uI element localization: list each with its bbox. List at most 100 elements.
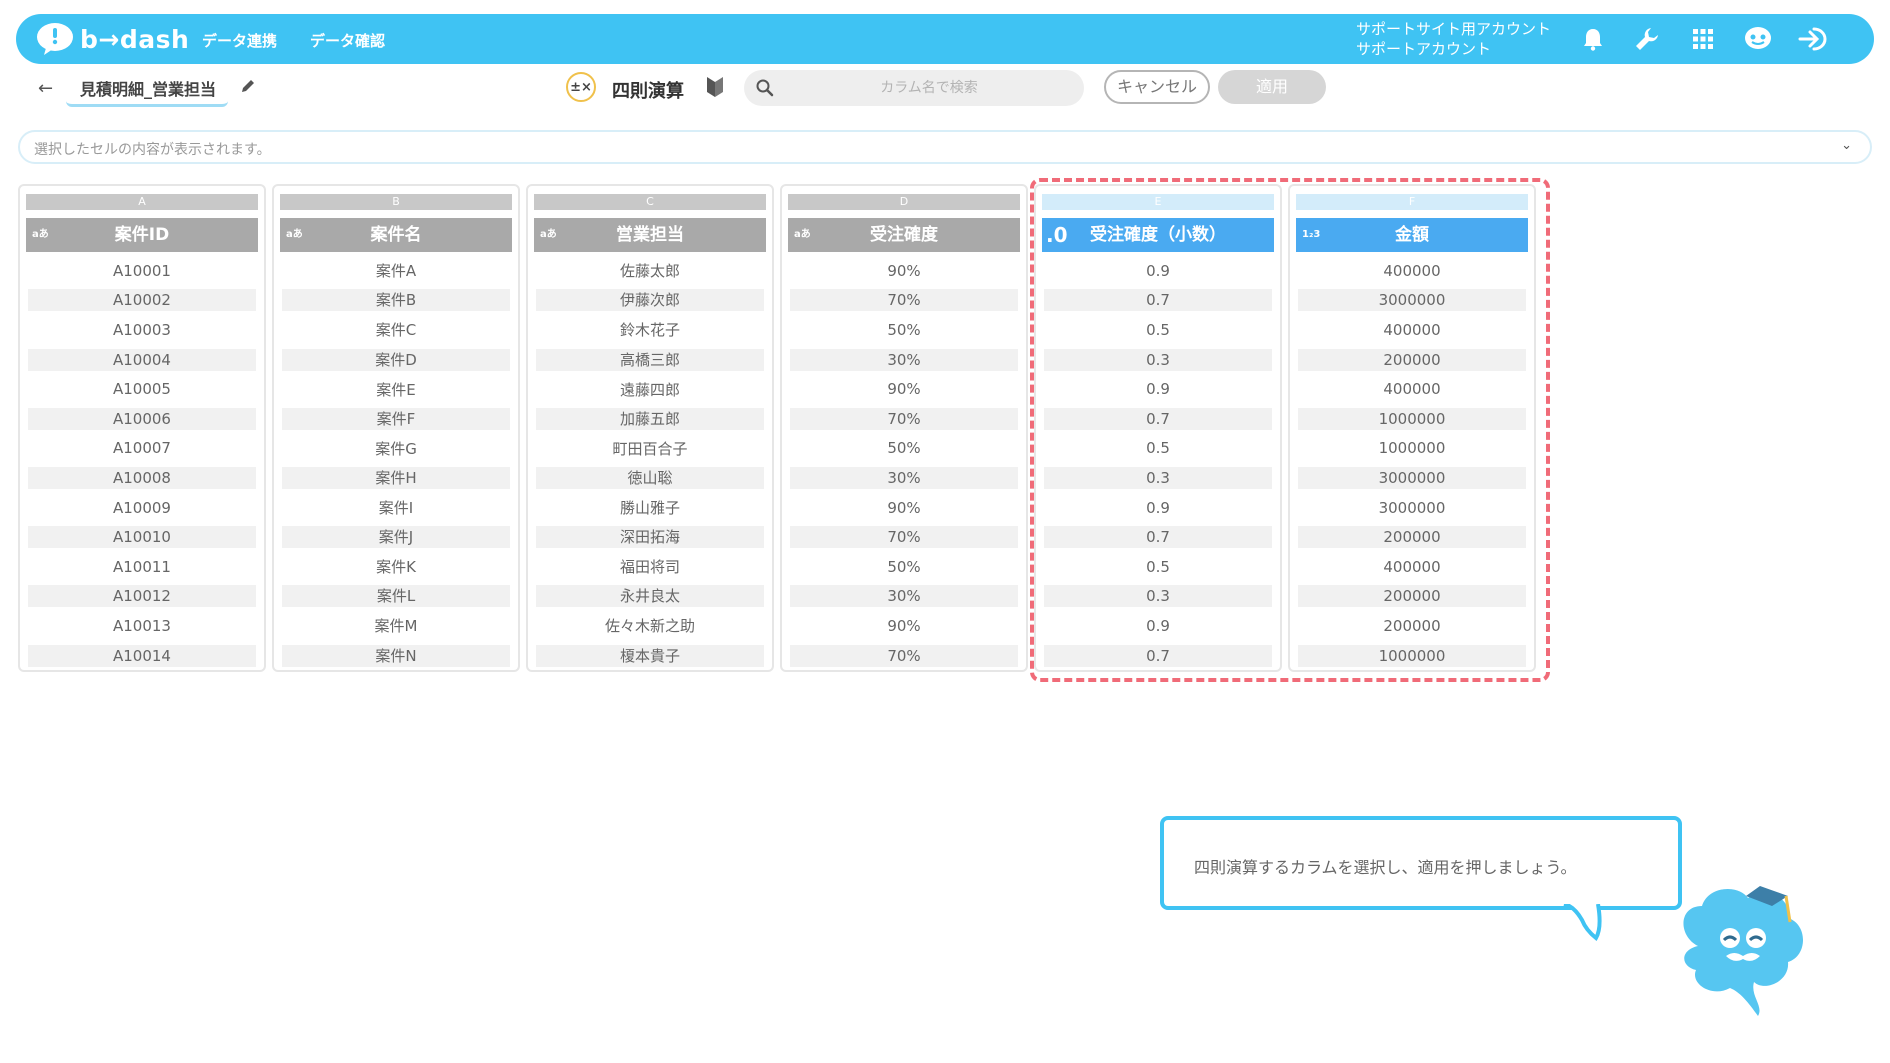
data-type-icon: aあ [32,229,49,240]
table-cell[interactable]: 永井良太 [536,582,764,612]
beginner-mark-icon[interactable] [706,76,724,102]
cell-value: 50% [887,320,921,339]
cell-value: A10009 [113,498,171,517]
table-cell[interactable]: 案件H [282,463,510,493]
table-cell[interactable]: 案件J [282,522,510,552]
cell-value: 遠藤四郎 [619,380,680,399]
table-cell[interactable]: 案件F [282,404,510,434]
table-cell[interactable]: A10013 [28,611,256,641]
table-cell[interactable]: 案件C [282,315,510,345]
column-search-box[interactable] [744,70,1084,106]
table-cell[interactable]: A10006 [28,404,256,434]
tooltip-text: 四則演算するカラムを選択し、適用を押しましょう。 [1194,858,1577,877]
cell-value: 案件L [282,585,510,608]
chat-icon[interactable] [1743,24,1773,54]
table-cell[interactable]: 町田百合子 [536,434,764,464]
table-cell[interactable]: 90% [790,493,1018,523]
table-cell[interactable]: 徳山聡 [536,463,764,493]
cell-value: 案件B [282,289,510,312]
column-name: 営業担当 [616,225,684,245]
table-cell[interactable]: A10009 [28,493,256,523]
nav-data-integration[interactable]: データ連携 [202,30,277,51]
table-cell[interactable]: 90% [790,611,1018,641]
table-cell[interactable]: 案件I [282,493,510,523]
logo[interactable]: b→dash [36,22,189,56]
table-cell[interactable]: 70% [790,641,1018,671]
apply-button[interactable]: 適用 [1218,70,1326,104]
table-cell[interactable]: A10001 [28,256,256,286]
table-cell[interactable]: 案件N [282,641,510,671]
table-cell[interactable]: 鈴木花子 [536,315,764,345]
cell-value: 佐藤太郎 [619,262,680,281]
table-cell[interactable]: 50% [790,315,1018,345]
table-cell[interactable]: A10003 [28,315,256,345]
cell-value: A10011 [113,557,171,576]
table-cell[interactable]: 案件B [282,286,510,316]
column-c[interactable]: Caあ 営業担当 佐藤太郎 伊藤次郎 鈴木花子 高橋三郎 遠藤四郎 加藤五郎 町田百合子 徳山聡勝… [526,184,774,672]
table-cell[interactable]: 90% [790,374,1018,404]
document-title[interactable]: 見積明細_営業担当 [66,74,229,107]
table-cell[interactable]: 30% [790,345,1018,375]
table-cell[interactable]: A10007 [28,434,256,464]
table-cell[interactable]: A10002 [28,286,256,316]
column-header[interactable]: aあ 営業担当 [534,218,766,252]
table-cell[interactable]: 加藤五郎 [536,404,764,434]
table-cell[interactable]: 榎本貴子 [536,641,764,671]
wrench-icon[interactable] [1632,24,1662,54]
table-cell[interactable]: 30% [790,463,1018,493]
table-cell[interactable]: 案件L [282,582,510,612]
table-cell[interactable]: 高橋三郎 [536,345,764,375]
table-cell[interactable]: 福田将司 [536,552,764,582]
table-cell[interactable]: 案件K [282,552,510,582]
column-header[interactable]: aあ 受注確度 [788,218,1020,252]
table-cell[interactable]: 70% [790,522,1018,552]
table-cell[interactable]: 勝山雅子 [536,493,764,523]
column-a[interactable]: Aaあ 案件ID A10001 A10002 A10003 A10004 A10005 A10… [18,184,266,672]
logo-text: b→dash [80,24,190,54]
column-header[interactable]: aあ 案件名 [280,218,512,252]
column-name: 受注確度 [870,225,938,245]
column-d[interactable]: Daあ 受注確度 90% 70% 50% 30% 90% 70% 50% 30% 90% 70% 50%… [780,184,1028,672]
table-cell[interactable]: 50% [790,552,1018,582]
nav-data-check[interactable]: データ確認 [310,30,385,51]
table-cell[interactable]: 案件M [282,611,510,641]
table-cell[interactable]: 伊藤次郎 [536,286,764,316]
logout-icon[interactable] [1798,24,1828,54]
table-cell[interactable]: 佐藤太郎 [536,256,764,286]
column-b[interactable]: Baあ 案件名 案件A 案件B 案件C 案件D 案件E 案件F 案件G 案件H 案件I 案件J 案件K 案… [272,184,520,672]
pencil-icon[interactable] [240,78,256,98]
grid-icon[interactable] [1688,24,1718,54]
chevron-down-icon[interactable]: ⌄ [1841,138,1852,153]
cell-value: 90% [887,380,921,399]
table-cell[interactable]: 佐々木新之助 [536,611,764,641]
table-cell[interactable]: 案件E [282,374,510,404]
cell-value: 案件N [282,644,510,667]
back-arrow-icon[interactable]: ← [38,78,53,99]
cell-content-bar[interactable]: 選択したセルの内容が表示されます。 ⌄ [18,130,1872,164]
cell-value: A10006 [28,407,256,430]
column-header[interactable]: aあ 案件ID [26,218,258,252]
table-cell[interactable]: 深田拓海 [536,522,764,552]
table-cell[interactable]: A10011 [28,552,256,582]
table-cell[interactable]: A10005 [28,374,256,404]
table-cell[interactable]: 70% [790,404,1018,434]
table-cell[interactable]: 50% [790,434,1018,464]
cell-value: 90% [887,616,921,635]
table-cell[interactable]: A10008 [28,463,256,493]
table-cell[interactable]: 遠藤四郎 [536,374,764,404]
table-cell[interactable]: A10014 [28,641,256,671]
cancel-button[interactable]: キャンセル [1104,70,1210,104]
column-name: 案件ID [114,225,170,245]
table-cell[interactable]: A10010 [28,522,256,552]
account-info[interactable]: サポートサイト用アカウント サポートアカウント [1356,19,1551,59]
table-cell[interactable]: 30% [790,582,1018,612]
bell-icon[interactable] [1578,24,1608,54]
table-cell[interactable]: A10012 [28,582,256,612]
table-cell[interactable]: A10004 [28,345,256,375]
search-input[interactable] [784,70,1074,106]
table-cell[interactable]: 70% [790,286,1018,316]
table-cell[interactable]: 案件A [282,256,510,286]
table-cell[interactable]: 案件G [282,434,510,464]
table-cell[interactable]: 90% [790,256,1018,286]
table-cell[interactable]: 案件D [282,345,510,375]
